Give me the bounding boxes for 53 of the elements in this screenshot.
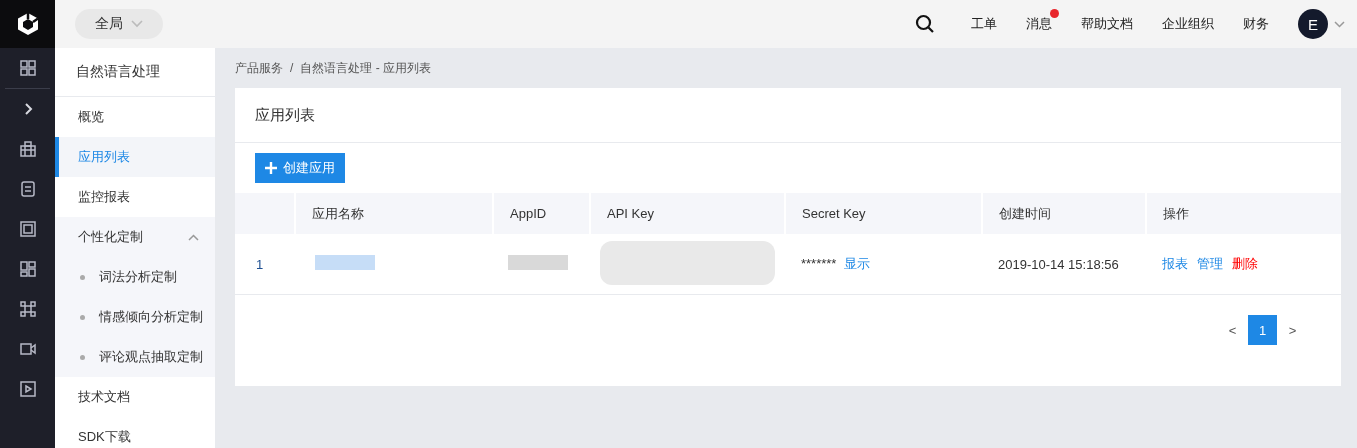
building-icon[interactable]	[17, 139, 38, 159]
sidebar-item[interactable]: 应用列表	[55, 137, 215, 177]
dashboard-icon[interactable]	[17, 259, 38, 279]
sidebar-subitem[interactable]: 情感倾向分析定制	[55, 297, 215, 337]
create-button[interactable]: 创建应用	[255, 153, 345, 183]
previous-page-button[interactable]: <	[1218, 315, 1247, 345]
bullet-dot	[80, 274, 85, 280]
column-header: Secret Key	[802, 206, 866, 221]
nav-link[interactable]: 帮助文档	[1081, 16, 1133, 31]
breadcrumb-item: 自然语言处理 - 应用列表	[300, 59, 431, 77]
sidebar-item[interactable]: 技术文档	[55, 377, 215, 417]
column-header: 创建时间	[999, 205, 1051, 221]
grid-icon[interactable]	[17, 58, 38, 78]
column-header: 操作	[1163, 205, 1189, 221]
nav-link[interactable]: 企业组织	[1162, 16, 1214, 31]
row-index: 1	[256, 256, 264, 272]
masked-secret: *******	[801, 256, 837, 271]
column-header: API Key	[607, 206, 654, 221]
blurred-value	[315, 255, 375, 270]
play-icon[interactable]	[17, 379, 38, 399]
bullet-dot	[80, 354, 85, 360]
blurred-value	[508, 255, 568, 270]
command-icon[interactable]	[17, 299, 38, 319]
sidebar-item[interactable]: SDK下载	[55, 417, 215, 448]
breadcrumb-item[interactable]: 产品服务	[235, 59, 283, 77]
column-header: AppID	[510, 206, 547, 221]
bullet-dot	[80, 314, 85, 320]
search-icon[interactable]	[915, 14, 935, 34]
delete-link[interactable]: 删除	[1232, 256, 1258, 271]
sidebar-item[interactable]: 监控报表	[55, 177, 215, 217]
sidebar-item[interactable]: 概览	[55, 97, 215, 137]
nav-link[interactable]: 工单	[971, 16, 997, 31]
nav-link[interactable]: 消息	[1026, 16, 1052, 31]
show-link[interactable]: 显示	[844, 256, 871, 271]
action-link[interactable]: 管理	[1197, 256, 1223, 271]
nav-link[interactable]: 财务	[1243, 16, 1269, 31]
sidebar-subitem[interactable]: 词法分析定制	[55, 257, 215, 297]
sidebar-subitem[interactable]: 评论观点抽取定制	[55, 337, 215, 377]
frame-icon[interactable]	[17, 219, 38, 239]
card-title: 应用列表	[235, 88, 1341, 143]
chevron-down-icon	[131, 20, 143, 28]
chevron-down-icon[interactable]	[1334, 20, 1345, 28]
plus-icon	[265, 162, 277, 174]
table-cell: 2019-10-14 15:18:56	[998, 256, 1119, 272]
page-button[interactable]: 1	[1248, 315, 1277, 345]
next-page-button[interactable]: >	[1278, 315, 1307, 345]
chevron-up-icon	[188, 233, 199, 241]
user-avatar[interactable]: E	[1298, 9, 1328, 39]
breadcrumb-separator: /	[290, 61, 294, 75]
column-header: 应用名称	[312, 205, 364, 221]
action-link[interactable]: 报表	[1162, 256, 1188, 271]
scope-dropdown[interactable]: 全局	[75, 9, 163, 39]
sidebar-item[interactable]: 个性化定制	[55, 217, 215, 257]
